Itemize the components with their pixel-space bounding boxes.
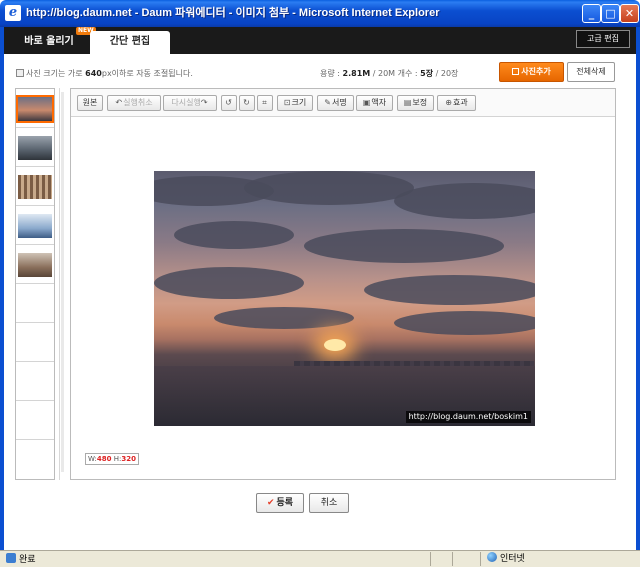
- thumbnail-item[interactable]: [16, 206, 54, 245]
- original-button[interactable]: 원본: [77, 95, 103, 111]
- status-divider: [430, 552, 431, 566]
- thumbnail-empty-slot: [16, 323, 54, 362]
- globe-icon: [487, 552, 497, 562]
- thumbnail-list: [15, 88, 55, 480]
- usage-info: 용량 : 2.81M / 20M 개수 : 5장 / 20장: [320, 69, 459, 78]
- thumbnail-image: [18, 214, 52, 238]
- crop-icon: ⌗: [262, 98, 267, 107]
- pencil-icon: ✎: [324, 98, 331, 107]
- thumbnail-item[interactable]: [16, 167, 54, 206]
- cancel-button[interactable]: 취소: [309, 493, 349, 513]
- adjust-button[interactable]: ▤보정: [397, 95, 434, 111]
- thumbnail-empty-slot: [16, 440, 54, 479]
- tab-simple-edit[interactable]: 간단 편집: [90, 31, 170, 54]
- thumbnail-item[interactable]: [16, 245, 54, 284]
- thumbnail-image: [18, 175, 52, 199]
- window-title: http://blog.daum.net - Daum 파워에디터 - 이미지 …: [26, 7, 440, 19]
- cloud-shape: [214, 307, 354, 329]
- size-notice: 사진 크기는 가로 640px이하로 자동 조절됩니다.: [16, 68, 193, 79]
- status-text: 완료: [6, 553, 36, 566]
- edit-toolbar: 원본 ↶실행취소 다시실행↷ ↺ ↻ ⌗ ⊡크기 ✎서명 ▣액자 ▤보정 ⊕효과: [71, 89, 615, 117]
- sun-shape: [324, 339, 346, 351]
- image-editor: 원본 ↶실행취소 다시실행↷ ↺ ↻ ⌗ ⊡크기 ✎서명 ▣액자 ▤보정 ⊕효과…: [70, 88, 616, 480]
- page-icon: [6, 553, 16, 563]
- thumbnail-empty-slot: [16, 362, 54, 401]
- advanced-edit-button[interactable]: 고급 편집: [576, 30, 630, 48]
- cloud-shape: [394, 311, 535, 335]
- cloud-shape: [244, 171, 414, 205]
- photo-icon: [512, 68, 520, 75]
- add-photo-button[interactable]: 사진추가: [499, 62, 564, 82]
- rotate-left-button[interactable]: ↺: [221, 95, 237, 111]
- effect-button[interactable]: ⊕효과: [437, 95, 476, 111]
- redo-button[interactable]: 다시실행↷: [163, 95, 217, 111]
- undo-button[interactable]: ↶실행취소: [107, 95, 161, 111]
- tab-quick-upload[interactable]: 바로 올리기: [12, 31, 86, 54]
- cloud-shape: [304, 229, 504, 263]
- minimize-button[interactable]: _: [582, 4, 601, 23]
- check-icon: ✔: [266, 498, 275, 508]
- undo-icon: ↶: [115, 98, 123, 107]
- cloud-shape: [394, 183, 535, 219]
- redo-icon: ↷: [200, 98, 208, 107]
- frame-button[interactable]: ▣액자: [356, 95, 393, 111]
- thumbnail-item[interactable]: [16, 89, 54, 128]
- title-bar: e http://blog.daum.net - Daum 파워에디터 - 이미…: [0, 0, 640, 27]
- thumbnail-item[interactable]: [16, 128, 54, 167]
- photo-preview[interactable]: http://blog.daum.net/boskim1: [154, 171, 535, 426]
- thumbnail-scrollbar[interactable]: [59, 88, 65, 480]
- security-zone: 인터넷: [480, 552, 636, 566]
- frame-icon: ▣: [362, 98, 371, 107]
- thumbnail-image: [18, 136, 52, 160]
- ie-icon: e: [5, 5, 21, 21]
- maximize-button[interactable]: □: [601, 4, 620, 23]
- image-size-label: W:480 H:320: [85, 453, 139, 465]
- effect-icon: ⊕: [445, 98, 452, 107]
- thumbnail-image: [18, 253, 52, 277]
- watermark: http://blog.daum.net/boskim1: [405, 411, 531, 423]
- status-divider: [452, 552, 453, 566]
- adjust-icon: ▤: [403, 98, 412, 107]
- rotate-right-icon: ↻: [243, 98, 250, 107]
- cloud-shape: [364, 275, 535, 305]
- crop-button[interactable]: ⌗: [257, 95, 273, 111]
- delete-all-button[interactable]: 전체삭제: [567, 62, 615, 82]
- thumbnail-image: [16, 95, 54, 123]
- rotate-left-icon: ↺: [225, 98, 232, 107]
- resize-icon: ⊡: [283, 98, 291, 107]
- thumbnail-empty-slot: [16, 401, 54, 440]
- resize-button[interactable]: ⊡크기: [277, 95, 313, 111]
- rotate-right-button[interactable]: ↻: [239, 95, 255, 111]
- thumbnail-empty-slot: [16, 284, 54, 323]
- signature-button[interactable]: ✎서명: [317, 95, 354, 111]
- checkbox-icon: [16, 69, 24, 77]
- tab-bar: 바로 올리기 NEW 간단 편집: [4, 27, 636, 54]
- cloud-shape: [154, 267, 304, 299]
- close-button[interactable]: ✕: [620, 4, 639, 23]
- cloud-shape: [174, 221, 294, 249]
- status-bar: 완료 인터넷: [0, 550, 640, 567]
- register-button[interactable]: ✔ 등록: [256, 493, 304, 513]
- scrollbar-thumb[interactable]: [61, 92, 64, 472]
